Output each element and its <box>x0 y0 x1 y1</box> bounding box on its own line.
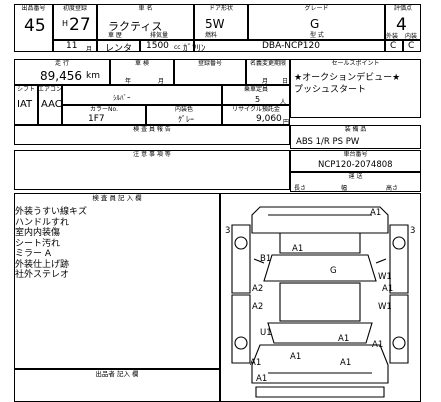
inspection-label: 車 検 <box>135 60 149 67</box>
damage-mark: G <box>330 266 337 276</box>
mileage-label: 走 行 <box>55 60 69 67</box>
damage-mark: A1 <box>340 358 351 368</box>
shift-label: シフト <box>16 86 35 93</box>
era: H <box>62 19 69 28</box>
exterior-label: 内装 <box>405 33 418 40</box>
grade: G <box>310 17 320 31</box>
sales-label: セールスポイント <box>331 60 380 67</box>
month: 11 <box>66 41 78 51</box>
year-label: 初度登録 <box>62 5 87 12</box>
cc: 1500 <box>146 41 169 51</box>
color-no: 1F7 <box>88 114 105 124</box>
note-line: ミラー A <box>15 249 52 259</box>
inspection-month-unit: 月 <box>158 78 165 85</box>
trim: ｸﾞﾚｰ <box>178 115 194 124</box>
expiry-label: 名義変更期限 <box>249 60 286 67</box>
score: 4 <box>396 15 407 35</box>
mileage-unit: km <box>86 71 100 81</box>
expiry-day-unit: 日 <box>282 78 289 85</box>
lot-label: 出品番号 <box>21 5 46 12</box>
damage-mark: 3 <box>410 226 415 236</box>
transport-label: 運 送 <box>348 173 363 180</box>
equipment-label: 装 備 品 <box>344 126 367 133</box>
grade-label: グレード <box>304 5 329 12</box>
color-name: ｼﾙﾊﾞｰ <box>113 94 131 102</box>
regno-label: 登録番号 <box>197 60 222 67</box>
shift: IAT <box>17 99 33 110</box>
damage-mark: 3 <box>225 226 230 236</box>
damage-mark: A2 <box>252 302 263 312</box>
model-label: 型 式 <box>310 32 324 39</box>
cc-unit: cc <box>174 44 181 51</box>
seller-notes-title: 出品者 記入 欄 <box>95 370 139 378</box>
damage-mark: A1 <box>338 334 349 344</box>
damage-mark: A1 <box>256 374 267 384</box>
damage-mark: A1 <box>370 208 381 218</box>
interior-label: 外装 <box>386 33 399 40</box>
car-name-label: 車 名 <box>138 5 153 12</box>
chassis-label: 車台番号 <box>343 151 368 158</box>
damage-mark: A1 <box>292 244 303 254</box>
fuel-label: 燃料 <box>205 32 218 39</box>
damage-mark: U1 <box>260 328 272 338</box>
score-label: 評価点 <box>393 5 412 12</box>
expiry-month-unit: 月 <box>262 78 269 85</box>
doors: 5W <box>205 17 225 31</box>
seats-label: 乗車定員 <box>243 86 268 93</box>
lot-number: 45 <box>24 16 46 36</box>
chassis: NCP120-2074808 <box>318 160 393 170</box>
model: DBA-NCP120 <box>262 41 320 51</box>
car-damage-diagram: A1 3 3 A1 B1 G W1 A2 A1 A2 U1 A1 W1 A1 A… <box>220 193 421 402</box>
trim-label: 内装色 <box>174 106 193 113</box>
length-label: 長さ <box>294 185 307 192</box>
category-label: 車 歴 <box>108 32 122 39</box>
interior-score: C <box>390 41 397 51</box>
seats: 5 <box>255 95 261 104</box>
damage-mark: W1 <box>378 272 392 282</box>
inspector-label: 検 査 員 報 告 <box>133 126 171 133</box>
category: レンタ <box>105 44 133 54</box>
ac-label: エアコン <box>38 86 63 93</box>
height-label: 高さ <box>386 185 399 192</box>
note-line: 社外ステレオ <box>15 270 70 280</box>
damage-mark: W1 <box>378 302 392 312</box>
note-line: ハンドルすれ <box>15 217 70 228</box>
color-label: カラーNo. <box>90 106 118 113</box>
inspector-notes-title: 検 査 員 記 入 欄 <box>92 194 142 202</box>
width-label: 幅 <box>341 185 348 192</box>
note-line: 外装仕上げ跡 <box>15 259 70 270</box>
damage-mark: A1 <box>290 352 301 362</box>
damage-mark: A1 <box>372 340 383 350</box>
damage-mark: B1 <box>260 254 271 264</box>
mileage: 89,456 <box>40 69 82 83</box>
damage-mark: A1 <box>382 284 393 294</box>
month-unit: 月 <box>86 46 93 53</box>
notes-label: 注 意 事 項 等 <box>133 151 171 158</box>
note-line: 外装うすい線キズ <box>15 207 88 217</box>
color-name-cell <box>62 85 222 105</box>
inspection-year-unit: 年 <box>125 78 132 85</box>
damage-mark: A1 <box>250 358 261 368</box>
inspector-notes-list: 外装うすい線キズ ハンドルすれ 室内内装傷 シート汚れ ミラー A 外装仕上げ跡… <box>15 207 87 281</box>
damage-mark: A2 <box>252 284 263 294</box>
equipment: ABS 1/R PS PW <box>296 137 360 147</box>
year-value: 27 <box>69 15 91 35</box>
recycle-label: リサイクル預託金 <box>232 106 280 113</box>
note-line: 室内内装傷 <box>15 228 61 238</box>
sales-line2: プッシュスタート <box>294 85 367 95</box>
doors-label: ドア形状 <box>208 5 233 12</box>
ac: AAC <box>41 99 62 110</box>
cc-label: 排気量 <box>150 32 169 39</box>
note-line: シート汚れ <box>15 238 61 249</box>
recycle: 9,060 <box>256 114 282 124</box>
exterior-score: C <box>408 41 415 51</box>
